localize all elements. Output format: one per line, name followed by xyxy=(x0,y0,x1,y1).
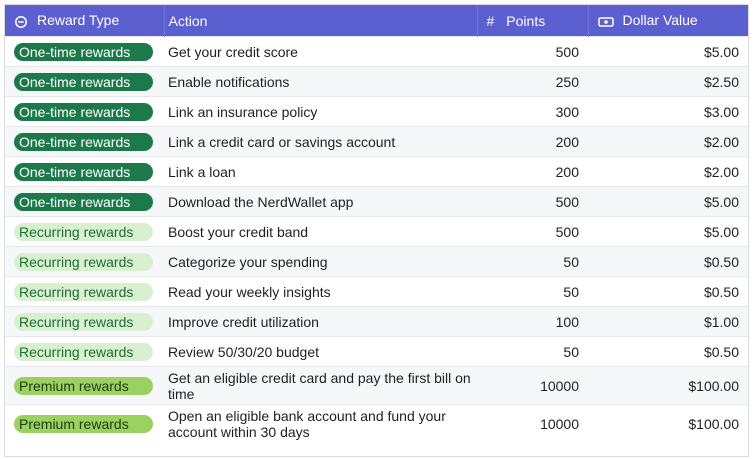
cell-points: 10000 xyxy=(477,404,588,443)
table-body: One-time rewards Get your credit score 500… xyxy=(5,36,748,443)
reward-type-badge: Recurring rewards xyxy=(14,222,153,241)
table-row[interactable]: Recurring rewards Review 50/30/20 budget 5… xyxy=(5,336,748,367)
cell-points: 50 xyxy=(477,246,588,277)
select-option-icon xyxy=(14,13,37,29)
cell-dollar-value: $2.50 xyxy=(588,66,748,97)
table-row[interactable]: Recurring rewards Read your weekly insigh… xyxy=(5,276,748,307)
cell-action: Link a credit card or savings account xyxy=(164,126,477,157)
cell-dollar-value: $1.00 xyxy=(588,306,748,337)
column-header-reward-type-label: Reward Type xyxy=(37,11,120,28)
cell-reward-type: One-time rewards xyxy=(5,66,164,97)
reward-type-badge: Recurring rewards xyxy=(14,252,153,271)
reward-type-badge: One-time rewards xyxy=(14,192,153,211)
cell-reward-type: Premium rewards xyxy=(5,366,164,405)
cell-action: Enable notifications xyxy=(164,66,477,97)
column-header-dollar-value-label: Dollar Value xyxy=(622,11,698,28)
cell-dollar-value: $2.00 xyxy=(588,156,748,187)
cell-action: Link an insurance policy xyxy=(164,96,477,127)
number-icon: # xyxy=(486,12,495,29)
table-row[interactable]: Recurring rewards Improve credit utilizat… xyxy=(5,306,748,337)
cell-action: Boost your credit band xyxy=(164,216,477,247)
cell-dollar-value: $100.00 xyxy=(588,404,748,443)
cell-action: Open an eligible bank account and fund y… xyxy=(164,404,477,443)
cell-dollar-value: $2.00 xyxy=(588,126,748,157)
reward-type-badge: One-time rewards xyxy=(14,72,153,91)
money-bill-icon xyxy=(597,13,623,29)
column-header-points[interactable]: # Points xyxy=(476,5,588,37)
cell-reward-type: One-time rewards xyxy=(5,156,164,187)
column-header-action[interactable]: Action xyxy=(163,5,477,37)
column-header-action-label: Action xyxy=(168,12,208,29)
cell-action: Read your weekly insights xyxy=(164,276,477,307)
rewards-table-container: Reward Type Action # Points Dollar Value xyxy=(4,4,749,457)
cell-reward-type: Recurring rewards xyxy=(5,276,164,307)
cell-reward-type: Recurring rewards xyxy=(5,306,164,337)
cell-points: 50 xyxy=(477,336,588,367)
reward-type-badge: Recurring rewards xyxy=(14,342,153,361)
cell-points: 500 xyxy=(477,216,588,247)
cell-reward-type: One-time rewards xyxy=(5,186,164,217)
reward-type-badge: One-time rewards xyxy=(14,162,153,181)
table-row[interactable]: One-time rewards Download the NerdWallet … xyxy=(5,186,748,217)
cell-reward-type: One-time rewards xyxy=(5,36,164,67)
cell-action: Categorize your spending xyxy=(164,246,477,277)
cell-points: 200 xyxy=(477,156,588,187)
column-header-reward-type[interactable]: Reward Type xyxy=(5,5,164,37)
cell-dollar-value: $100.00 xyxy=(588,366,748,405)
cell-action: Get your credit score xyxy=(164,36,477,67)
table-row[interactable]: Premium rewards Get an eligible credit ca… xyxy=(5,366,748,405)
cell-points: 500 xyxy=(477,186,588,217)
reward-type-badge: Premium rewards xyxy=(14,414,153,433)
table-row[interactable]: One-time rewards Link a loan 200 $2.00 xyxy=(5,156,748,187)
cell-reward-type: One-time rewards xyxy=(5,126,164,157)
table-row[interactable]: One-time rewards Link a credit card or sa… xyxy=(5,126,748,157)
cell-action: Improve credit utilization xyxy=(164,306,477,337)
cell-dollar-value: $0.50 xyxy=(588,276,748,307)
table-row[interactable]: Premium rewards Open an eligible bank acc… xyxy=(5,404,748,443)
table-row[interactable]: Recurring rewards Boost your credit band 5… xyxy=(5,216,748,247)
cell-action: Download the NerdWallet app xyxy=(164,186,477,217)
table-row[interactable]: One-time rewards Enable notifications 250 $… xyxy=(5,66,748,97)
cell-points: 250 xyxy=(477,66,588,97)
reward-type-badge: One-time rewards xyxy=(14,132,153,151)
cell-dollar-value: $0.50 xyxy=(588,246,748,277)
table-row[interactable]: One-time rewards Get your credit score 500… xyxy=(5,36,748,67)
cell-action: Review 50/30/20 budget xyxy=(164,336,477,367)
cell-dollar-value: $3.00 xyxy=(588,96,748,127)
cell-dollar-value: $0.50 xyxy=(588,336,748,367)
table-header-row: Reward Type Action # Points Dollar Value xyxy=(5,5,748,37)
cell-reward-type: Recurring rewards xyxy=(5,246,164,277)
rewards-table: Reward Type Action # Points Dollar Value xyxy=(5,5,748,443)
cell-points: 10000 xyxy=(477,366,588,405)
cell-dollar-value: $5.00 xyxy=(588,36,748,67)
cell-reward-type: One-time rewards xyxy=(5,96,164,127)
reward-type-badge: Recurring rewards xyxy=(14,312,153,331)
cell-action: Link a loan xyxy=(164,156,477,187)
table-row[interactable]: One-time rewards Link an insurance policy… xyxy=(5,96,748,127)
cell-reward-type: Recurring rewards xyxy=(5,336,164,367)
column-header-points-label: Points xyxy=(506,12,546,29)
cell-points: 100 xyxy=(477,306,588,337)
cell-action: Get an eligible credit card and pay the … xyxy=(164,366,477,405)
reward-type-badge: Premium rewards xyxy=(14,376,153,395)
table-row[interactable]: Recurring rewards Categorize your spendin… xyxy=(5,246,748,277)
reward-type-badge: Recurring rewards xyxy=(14,282,153,301)
cell-points: 50 xyxy=(477,276,588,307)
cell-reward-type: Premium rewards xyxy=(5,404,164,443)
column-header-dollar-value[interactable]: Dollar Value xyxy=(587,5,748,37)
reward-type-badge: One-time rewards xyxy=(14,102,153,121)
cell-dollar-value: $5.00 xyxy=(588,186,748,217)
reward-type-badge: One-time rewards xyxy=(14,42,153,61)
cell-points: 300 xyxy=(477,96,588,127)
cell-points: 500 xyxy=(477,36,588,67)
cell-points: 200 xyxy=(477,126,588,157)
cell-dollar-value: $5.00 xyxy=(588,216,748,247)
cell-reward-type: Recurring rewards xyxy=(5,216,164,247)
